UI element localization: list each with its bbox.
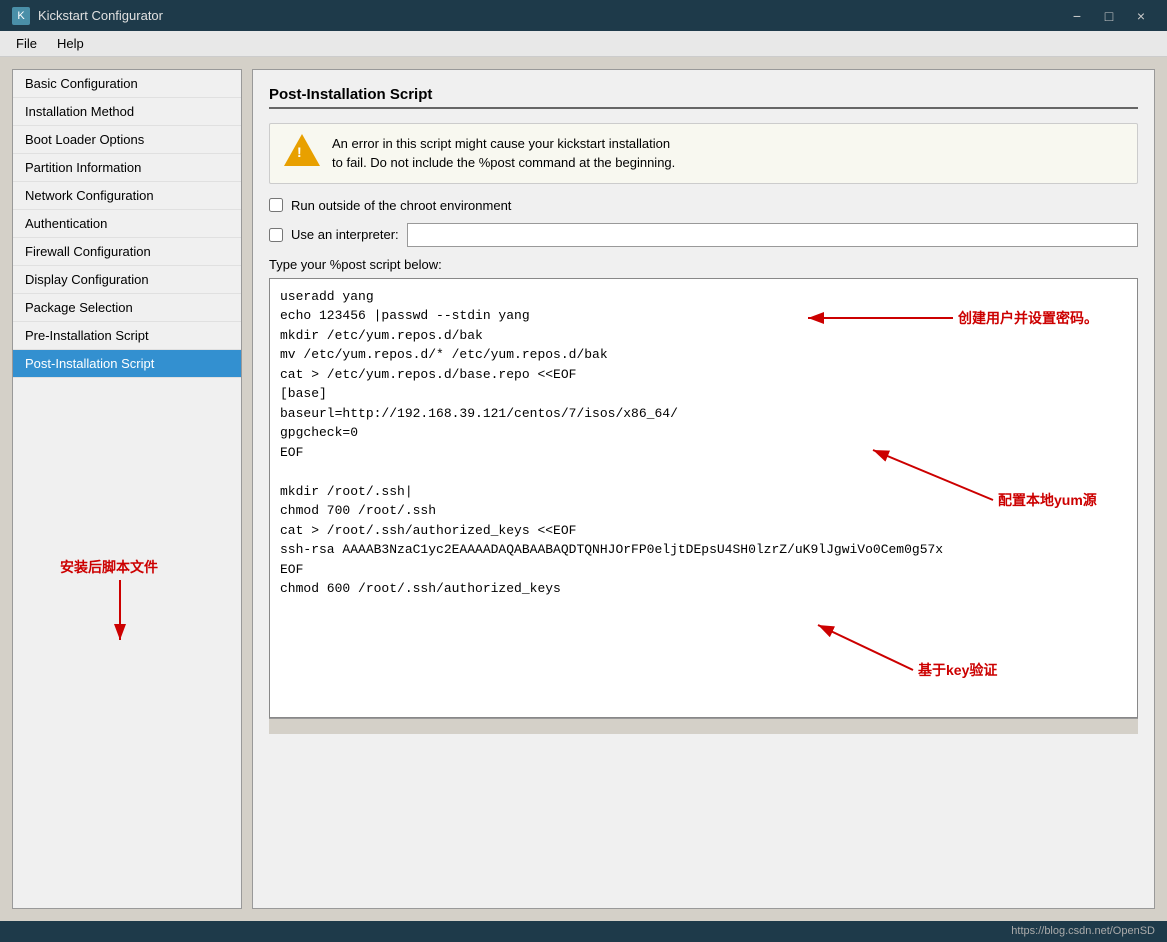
- script-type-label: Type your %post script below:: [269, 257, 1138, 272]
- bottom-bar: https://blog.csdn.net/OpenSD: [0, 921, 1167, 942]
- title-bar-controls: − □ ×: [1063, 6, 1155, 26]
- chroot-checkbox-row: Run outside of the chroot environment: [269, 198, 1138, 213]
- sidebar-item-basic-configuration[interactable]: Basic Configuration: [13, 70, 241, 98]
- sidebar: Basic Configuration Installation Method …: [12, 69, 242, 909]
- window-frame: K Kickstart Configurator − □ × File Help…: [0, 0, 1167, 942]
- sidebar-item-authentication[interactable]: Authentication: [13, 210, 241, 238]
- title-bar-title: Kickstart Configurator: [38, 8, 163, 23]
- menu-help[interactable]: Help: [49, 34, 92, 53]
- sidebar-item-partition-information[interactable]: Partition Information: [13, 154, 241, 182]
- sidebar-item-post-installation-script[interactable]: Post-Installation Script: [13, 350, 241, 378]
- interpreter-checkbox[interactable]: [269, 228, 283, 242]
- warning-box: An error in this script might cause your…: [269, 123, 1138, 184]
- main-window: Basic Configuration Installation Method …: [0, 57, 1167, 921]
- sidebar-item-package-selection[interactable]: Package Selection: [13, 294, 241, 322]
- warning-triangle: [284, 134, 320, 166]
- title-bar: K Kickstart Configurator − □ ×: [0, 0, 1167, 31]
- title-bar-left: K Kickstart Configurator: [12, 7, 163, 25]
- warning-icon: [284, 134, 320, 170]
- chroot-label: Run outside of the chroot environment: [291, 198, 511, 213]
- interpreter-checkbox-row: Use an interpreter:: [269, 223, 1138, 247]
- sidebar-item-network-configuration[interactable]: Network Configuration: [13, 182, 241, 210]
- warning-text: An error in this script might cause your…: [332, 134, 675, 173]
- menu-file[interactable]: File: [8, 34, 45, 53]
- script-container[interactable]: useradd yang echo 123456 |passwd --stdin…: [269, 278, 1138, 718]
- interpreter-label: Use an interpreter:: [291, 227, 399, 242]
- close-button[interactable]: ×: [1127, 6, 1155, 26]
- minimize-button[interactable]: −: [1063, 6, 1091, 26]
- sidebar-item-boot-loader-options[interactable]: Boot Loader Options: [13, 126, 241, 154]
- sidebar-item-pre-installation-script[interactable]: Pre-Installation Script: [13, 322, 241, 350]
- app-icon-text: K: [17, 10, 24, 22]
- menu-bar: File Help: [0, 31, 1167, 56]
- sidebar-item-installation-method[interactable]: Installation Method: [13, 98, 241, 126]
- sidebar-item-display-configuration[interactable]: Display Configuration: [13, 266, 241, 294]
- interpreter-input[interactable]: [407, 223, 1138, 247]
- scroll-bar[interactable]: [269, 718, 1138, 734]
- bottom-url: https://blog.csdn.net/OpenSD: [1011, 925, 1155, 937]
- section-title: Post-Installation Script: [269, 86, 1138, 109]
- app-icon: K: [12, 7, 30, 25]
- chroot-checkbox[interactable]: [269, 198, 283, 212]
- maximize-button[interactable]: □: [1095, 6, 1123, 26]
- content-area: Post-Installation Script An error in thi…: [252, 69, 1155, 909]
- sidebar-item-firewall-configuration[interactable]: Firewall Configuration: [13, 238, 241, 266]
